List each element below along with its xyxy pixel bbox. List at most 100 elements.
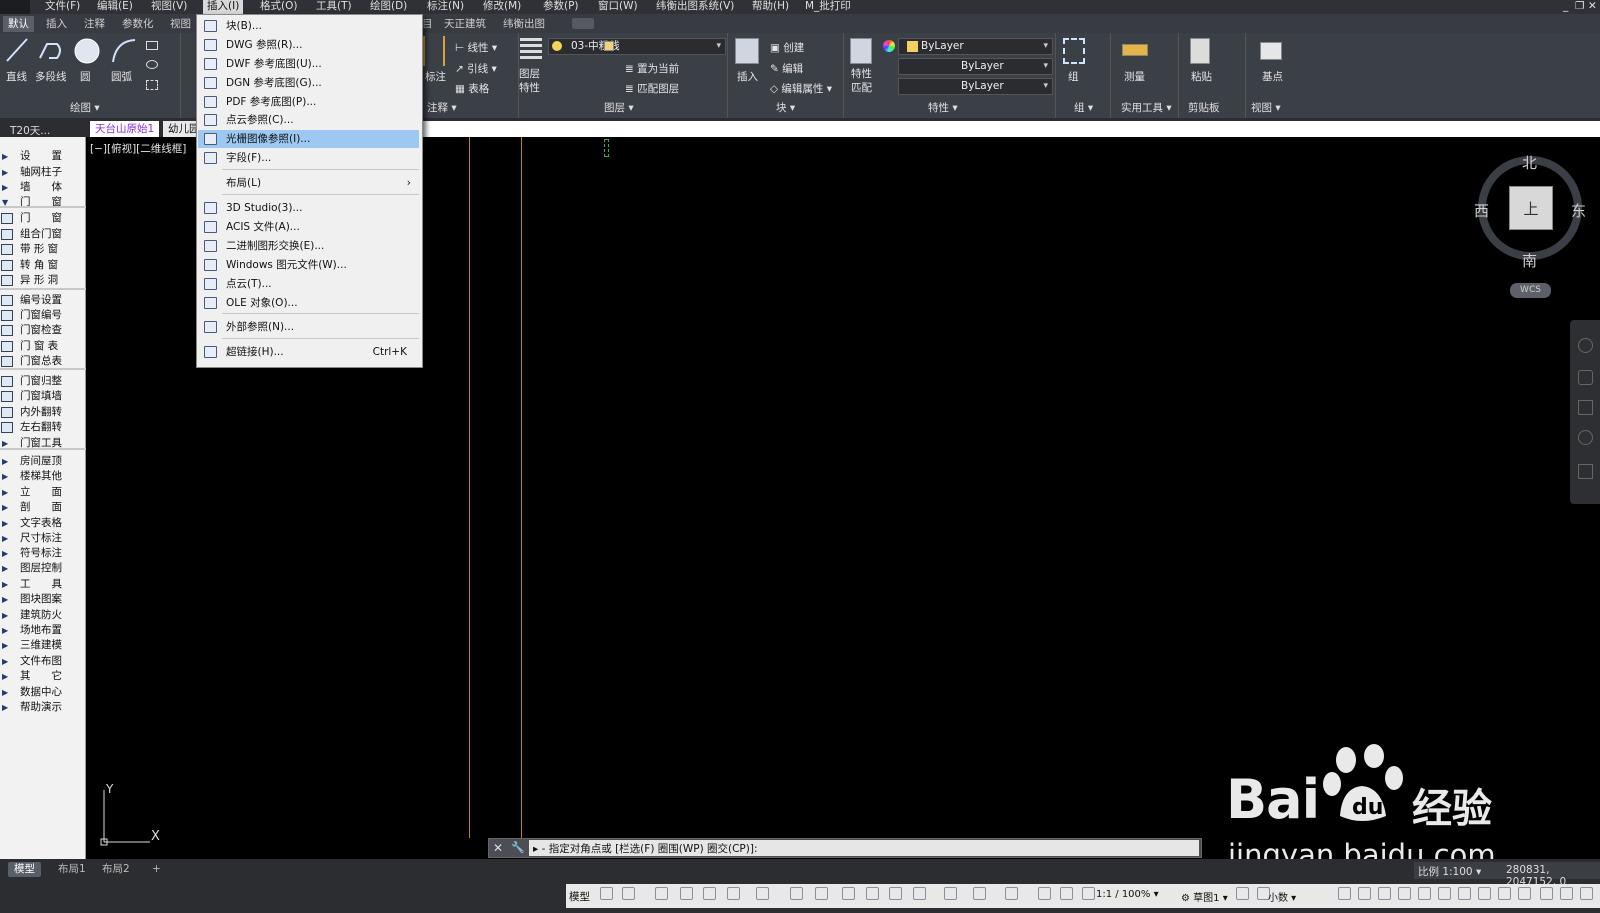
insert-menu-item[interactable]: OLE 对象(O)... bbox=[198, 294, 419, 312]
status-toggle-icon[interactable] bbox=[1580, 887, 1593, 900]
status-toggle-icon[interactable] bbox=[756, 887, 769, 900]
status-toggle-icon[interactable] bbox=[680, 887, 693, 900]
status-toggle-icon[interactable] bbox=[1518, 887, 1531, 900]
status-toggle-icon[interactable] bbox=[1438, 887, 1451, 900]
add-layout-button[interactable]: + bbox=[146, 862, 167, 877]
block-group-label[interactable]: 块 ▾ bbox=[776, 100, 795, 117]
status-toggle-icon[interactable] bbox=[600, 887, 613, 900]
status-toggle-icon[interactable] bbox=[1458, 887, 1471, 900]
sidebar-item[interactable]: ▶ 剖 面 bbox=[0, 500, 86, 515]
status-toggle-icon[interactable] bbox=[1498, 887, 1511, 900]
sidebar-item[interactable]: 转 角 窗 bbox=[0, 258, 86, 273]
model-space-button[interactable]: 模型 bbox=[569, 889, 590, 904]
command-input[interactable]: ▸ - 指定对角点或 [栏选(F) 圈围(WP) 圈交(CP)]: bbox=[529, 840, 1199, 856]
ellipse-icon[interactable] bbox=[146, 60, 158, 69]
insert-menu-item[interactable]: DWG 参照(R)... bbox=[198, 36, 419, 54]
sidebar-item[interactable]: ▶ 工 具 bbox=[0, 577, 86, 592]
rectangle-icon[interactable] bbox=[146, 41, 158, 50]
compass-north[interactable]: 北 bbox=[1522, 152, 1537, 173]
status-toggle-icon[interactable] bbox=[944, 887, 957, 900]
steering-wheel-icon[interactable] bbox=[1578, 338, 1593, 353]
menu-file[interactable]: 文件(F) bbox=[45, 0, 80, 14]
sidebar-item[interactable]: ▶ 图块图案 bbox=[0, 592, 86, 607]
sidebar-item[interactable]: 门 窗 bbox=[0, 211, 86, 226]
status-toggle-icon[interactable] bbox=[1236, 887, 1249, 900]
annotation-scale[interactable]: 1:1 / 100% ▾ bbox=[1096, 889, 1159, 900]
insert-menu-item[interactable]: 光栅图像参照(I)... bbox=[198, 130, 419, 148]
layer-dropdown[interactable]: 03-中粗线 bbox=[548, 38, 726, 55]
view-group-label[interactable]: 视图 ▾ bbox=[1251, 100, 1281, 117]
workspace-switch[interactable]: ⚙ 草图1 ▾ bbox=[1181, 889, 1228, 904]
group-icon[interactable] bbox=[1063, 38, 1085, 64]
edit-block-button[interactable]: ✎ 编辑 bbox=[770, 61, 803, 76]
minimize-button[interactable]: _ bbox=[1563, 0, 1568, 14]
sidebar-item[interactable]: ▶ 数据中心 bbox=[0, 685, 86, 700]
properties-group-label[interactable]: 特性 ▾ bbox=[928, 100, 958, 117]
sidebar-item[interactable]: 门窗填墙 bbox=[0, 389, 86, 404]
polyline-icon[interactable] bbox=[37, 38, 65, 64]
sidebar-item[interactable]: 门 窗 表 bbox=[0, 339, 86, 354]
measure-icon[interactable] bbox=[1122, 44, 1148, 56]
create-block-button[interactable]: ▣ 创建 bbox=[770, 40, 804, 55]
zoom-extents-icon[interactable] bbox=[1578, 400, 1593, 415]
insert-menu-item[interactable]: 超链接(H)... Ctrl+K bbox=[198, 343, 419, 361]
status-toggle-icon[interactable] bbox=[727, 887, 740, 900]
match-properties-icon[interactable] bbox=[850, 38, 872, 64]
sidebar-item[interactable]: ▶ 轴网柱子 bbox=[0, 165, 86, 180]
groups-group-label[interactable]: 组 ▾ bbox=[1074, 100, 1093, 117]
status-toggle-icon[interactable] bbox=[1560, 887, 1573, 900]
compass-south[interactable]: 南 bbox=[1522, 250, 1537, 271]
sidebar-item[interactable]: ▶ 建筑防火 bbox=[0, 608, 86, 623]
sidebar-item[interactable]: 门窗编号 bbox=[0, 308, 86, 323]
sidebar-item[interactable]: ▶ 楼梯其他 bbox=[0, 469, 86, 484]
tab-options-icon[interactable] bbox=[572, 18, 594, 29]
status-toggle-icon[interactable] bbox=[703, 887, 716, 900]
sidebar-item[interactable]: ▶ 设 置 bbox=[0, 149, 86, 164]
status-toggle-icon[interactable] bbox=[1338, 887, 1351, 900]
menu-modify[interactable]: 修改(M) bbox=[483, 0, 521, 14]
sidebar-item[interactable]: 内外翻转 bbox=[0, 405, 86, 420]
insert-menu-item[interactable]: DGN 参考底图(G)... bbox=[198, 74, 419, 92]
insert-menu-item[interactable]: PDF 参考底图(P)... bbox=[198, 93, 419, 111]
sidebar-item[interactable]: 组合门窗 bbox=[0, 227, 86, 242]
dimension-icon[interactable] bbox=[423, 36, 445, 66]
sidebar-item[interactable]: ▶ 文字表格 bbox=[0, 516, 86, 531]
tab-weiheng[interactable]: 纬衡出图 bbox=[503, 16, 545, 32]
insert-menu-item[interactable]: 点云(T)... bbox=[198, 275, 419, 293]
command-customize-icon[interactable]: 🔧 bbox=[511, 841, 525, 854]
menu-batch-print[interactable]: M_批打印 bbox=[805, 0, 851, 14]
circle-icon[interactable] bbox=[73, 37, 101, 65]
set-current-layer-button[interactable]: ≣ 置为当前 bbox=[625, 61, 679, 76]
layout-tab-1[interactable]: 布局1 bbox=[52, 862, 92, 877]
color-dropdown[interactable]: ByLayer bbox=[898, 38, 1053, 55]
close-button[interactable]: ✕ bbox=[1588, 0, 1597, 14]
status-toggle-icon[interactable] bbox=[1060, 887, 1073, 900]
sidebar-item[interactable]: ▶ 场地布置 bbox=[0, 623, 86, 638]
sidebar-item[interactable]: 左右翻转 bbox=[0, 420, 86, 435]
restore-button[interactable]: ❐ bbox=[1575, 0, 1584, 14]
status-toggle-icon[interactable] bbox=[1005, 887, 1018, 900]
base-view-icon[interactable] bbox=[1260, 42, 1282, 60]
sidebar-item[interactable]: ▶ 尺寸标注 bbox=[0, 531, 86, 546]
command-close-icon[interactable]: ✕ bbox=[493, 841, 503, 855]
layout-tab-model[interactable]: 模型 bbox=[8, 862, 41, 877]
status-toggle-icon[interactable] bbox=[1082, 887, 1095, 900]
tab-manage[interactable]: 目 bbox=[422, 16, 433, 32]
tab-annotate[interactable]: 注释 bbox=[84, 16, 105, 32]
insert-menu-item[interactable]: ACIS 文件(A)... bbox=[198, 218, 419, 236]
clipboard-group-label[interactable]: 剪贴板 bbox=[1188, 100, 1220, 117]
status-toggle-icon[interactable] bbox=[1418, 887, 1431, 900]
sidebar-item[interactable]: ▶ 文件布图 bbox=[0, 654, 86, 669]
layer-properties-icon[interactable] bbox=[520, 38, 542, 62]
insert-menu-item[interactable]: 二进制图形交换(E)... bbox=[198, 237, 419, 255]
sidebar-item[interactable]: ▶ 三维建模 bbox=[0, 638, 86, 653]
draw-group-label[interactable]: 绘图 ▾ bbox=[70, 100, 100, 117]
doc-tab-active[interactable]: 天台山原始1 bbox=[90, 121, 160, 137]
status-toggle-icon[interactable] bbox=[622, 887, 635, 900]
status-toggle-icon[interactable] bbox=[1478, 887, 1491, 900]
layout-tab-2[interactable]: 布局2 bbox=[96, 862, 136, 877]
sidebar-item[interactable]: ▶ 符号标注 bbox=[0, 546, 86, 561]
insert-menu-item[interactable]: DWF 参考底图(U)... bbox=[198, 55, 419, 73]
tab-parametric[interactable]: 参数化 bbox=[122, 16, 154, 32]
insert-menu-item[interactable]: 布局(L) › bbox=[198, 174, 419, 192]
